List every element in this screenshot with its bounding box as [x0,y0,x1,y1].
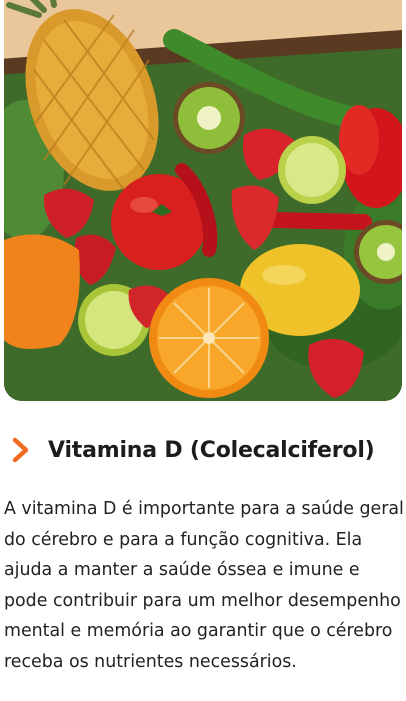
fruits-vegetables-image [4,0,402,401]
section-heading: Vitamina D (Colecalciferol) [4,428,402,472]
fruits-and-vegetables-illustration [4,0,402,401]
section-description: A vitamina D é importante para a saúde g… [4,499,404,672]
section-title: Vitamina D (Colecalciferol) [48,437,375,463]
chevron-right-icon [12,437,29,463]
